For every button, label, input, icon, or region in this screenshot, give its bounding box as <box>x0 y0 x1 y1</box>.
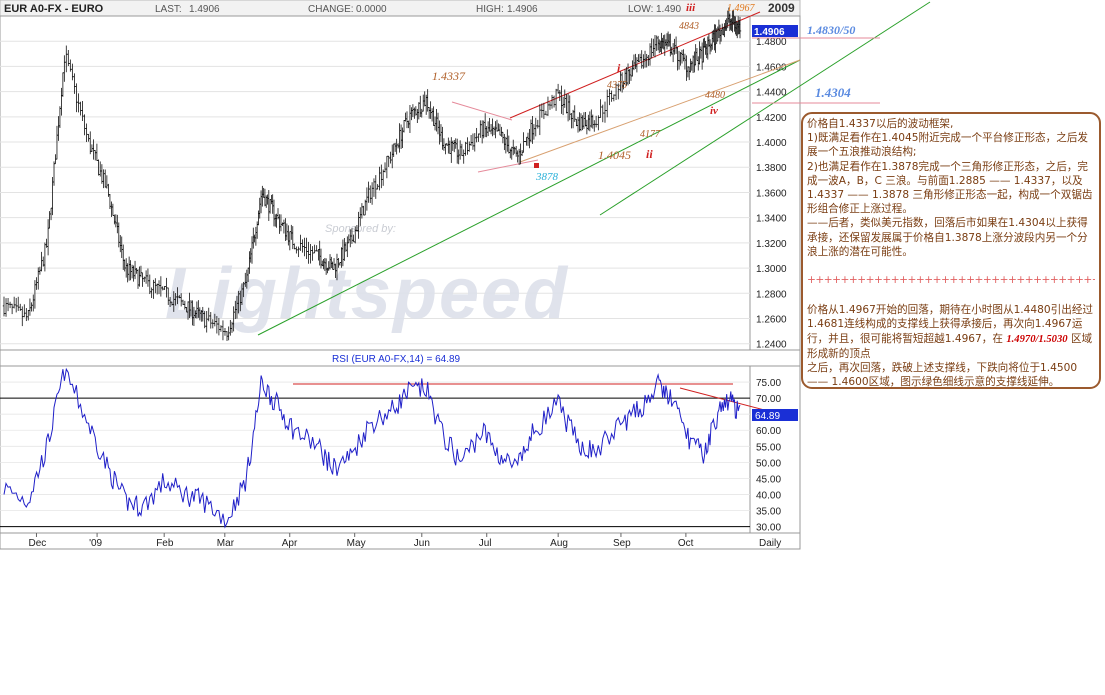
rsi-title: RSI (EUR A0-FX,14) = 64.89 <box>332 354 461 365</box>
price-tick-label: 1.4000 <box>756 138 787 149</box>
analysis-note: 价格自1.4337以后的波动框架, 1)既满足看作在1.4045附近完成一个平台… <box>801 112 1101 389</box>
low-label: LOW: <box>628 4 653 15</box>
x-axis-label: Sep <box>613 538 631 549</box>
x-axis-label: '09 <box>89 538 102 549</box>
x-axis-label: May <box>347 538 366 549</box>
price-tick-label: 1.3000 <box>756 264 787 275</box>
ann-4177: 4177 <box>640 129 661 140</box>
note-line-4: ——后者，类似美元指数，回落后市如果在1.4304以上获得承接，还保留发展属于价… <box>807 217 1088 258</box>
price-tick-label: 1.3800 <box>756 163 787 174</box>
rsi-tick-label: 35.00 <box>756 507 781 518</box>
wave-iv-label: iv <box>710 105 718 117</box>
ann-4375: 4375 <box>607 80 627 91</box>
rsi-tick-label: 40.00 <box>756 490 781 501</box>
ann-14337: 1.4337 <box>432 69 466 83</box>
ann-4843: 4843 <box>679 21 699 32</box>
x-axis-label: Oct <box>678 538 694 549</box>
rsi-panel <box>0 365 751 534</box>
price-tick-label: 1.4600 <box>756 62 787 73</box>
last-value: 1.4906 <box>189 4 220 15</box>
price-tick-label: 1.3200 <box>756 239 787 250</box>
wave-iii-label: iii <box>686 2 696 14</box>
ann-4480: 4480 <box>705 90 725 101</box>
x-axis-label: Jul <box>479 538 492 549</box>
x-axis-label: Jun <box>414 538 430 549</box>
rsi-tick-label: 70.00 <box>756 394 781 405</box>
x-axis-label: Feb <box>156 538 174 549</box>
x-axis-label: Dec <box>28 538 46 549</box>
price-tick-label: 1.3600 <box>756 188 787 199</box>
ann-14967: 1.4967 <box>727 3 756 14</box>
x-axis-label: Aug <box>550 538 568 549</box>
rsi-tick-label: 50.00 <box>756 458 781 469</box>
rsi-current-text: 64.89 <box>755 411 780 422</box>
change-label: CHANGE: <box>308 4 354 15</box>
ann-right-14304: 1.4304 <box>815 85 851 100</box>
price-tick-label: 1.3400 <box>756 214 787 225</box>
note-line-1: 价格自1.4337以后的波动框架, <box>807 118 954 130</box>
high-label: HIGH: <box>476 4 504 15</box>
ann-right-14830: 1.4830/50 <box>807 23 855 37</box>
high-value: 1.4906 <box>507 4 538 15</box>
ann-14045: 1.4045 <box>598 148 631 162</box>
low-value: 1.490 <box>656 4 681 15</box>
x-axis-label: Daily <box>759 538 781 549</box>
price-tick-label: 1.4800 <box>756 37 787 48</box>
price-tick-label: 1.2800 <box>756 289 787 300</box>
rsi-tick-label: 30.00 <box>756 523 781 534</box>
year-label: 2009 <box>768 1 795 15</box>
wave-ii-label: ii <box>646 147 653 161</box>
price-tick-label: 1.4200 <box>756 113 787 124</box>
price-tick-label: 1.2600 <box>756 314 787 325</box>
note-separator: ++++++++++++++++++++++++++++++++++++ <box>807 274 1095 287</box>
rsi-tick-label: 60.00 <box>756 426 781 437</box>
note-line-2: 1)既满足看作在1.4045附近完成一个平台修正形态，之后发展一个五浪推动浪结构… <box>807 132 1089 159</box>
lightspeed-watermark: Lightspeed <box>165 254 569 334</box>
rsi-tick-label: 55.00 <box>756 442 781 453</box>
change-value: 0.0000 <box>356 4 387 15</box>
symbol-title: EUR A0-FX - EURO <box>4 3 104 15</box>
rsi-tick-label: 45.00 <box>756 474 781 485</box>
note-target-zone: 1.4970/1.5030 <box>1006 333 1068 345</box>
rsi-tick-label: 75.00 <box>756 378 781 389</box>
ann-3878: 3878 <box>535 171 559 183</box>
note-line-3: 2)也满足看作在1.3878完成一个三角形修正形态，之后，完成一波A，B，C 三… <box>807 160 1093 216</box>
current-price-text: 1.4906 <box>754 27 785 38</box>
note-line-5: 价格从1.4967开始的回落，期待在小时图从1.4480引出经过1.4681连线… <box>807 303 1095 361</box>
x-axis-label: Apr <box>282 538 298 549</box>
note-line-6: 之后，再次回落，跌破上述支撑线，下跌向将位于1.4500 —— 1.4600区域… <box>807 362 1078 389</box>
x-axis-label: Mar <box>217 538 235 549</box>
ann-3878-marker <box>534 163 539 168</box>
last-label: LAST: <box>155 4 182 15</box>
price-tick-label: 1.2400 <box>756 340 787 351</box>
